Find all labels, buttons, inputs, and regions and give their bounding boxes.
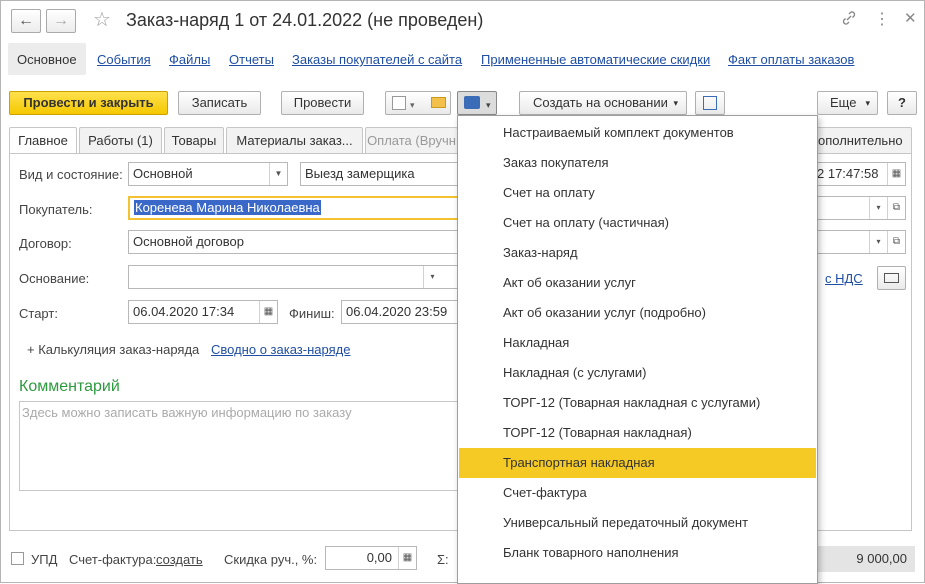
chevron-down-icon: ▼ [269,163,287,185]
comment-textarea[interactable]: Здесь можно записать важную информацию п… [19,401,459,491]
discount-field[interactable]: 0,00 ▦ [325,546,417,570]
chevron-down-icon[interactable]: ▾ [423,266,441,288]
tab-works[interactable]: Работы (1) [79,127,162,153]
total-amount: 9 000,00 [817,546,915,572]
panel-tab-main[interactable]: Основное [17,52,77,67]
menu-item-waybill-services[interactable]: Накладная (с услугами) [459,358,816,388]
print-button[interactable]: ▾ [457,91,497,115]
save-button[interactable]: Записать [178,91,261,115]
arrow-right-icon: → [53,12,69,29]
basis-field[interactable]: ▾ [128,265,460,289]
menu-item-service-act[interactable]: Акт об оказании услуг [459,268,816,298]
attach-mail-group: ▾ [385,91,451,115]
panel-tab-site-orders[interactable]: Заказы покупателей с сайта [292,52,462,67]
window-title: Заказ-наряд 1 от 24.01.2022 (не проведен… [126,10,484,30]
panel-tab-reports[interactable]: Отчеты [229,52,274,67]
post-button[interactable]: Провести [281,91,364,115]
upd-label: УПД [31,552,58,567]
buyer-field[interactable]: Коренева Марина Николаевна [128,196,460,220]
forward-button[interactable]: → [46,9,76,33]
menu-item-invoice-partial[interactable]: Счет на оплату (частичная) [459,208,816,238]
help-button[interactable]: ? [887,91,917,115]
menu-item-upd[interactable]: Универсальный передаточный документ [459,508,816,538]
calculator-icon[interactable]: ▦ [398,547,416,569]
start-date-field[interactable]: 06.04.2020 17:34 ▦ [128,300,278,324]
upd-checkbox[interactable] [11,552,24,565]
panel-tab-payment-fact[interactable]: Факт оплаты заказов [728,52,854,67]
kind-state-label: Вид и состояние: [19,167,123,182]
close-icon[interactable]: ✕ [904,9,917,27]
tab-main[interactable]: Главное [9,127,77,154]
contract-field[interactable]: Основной договор [128,230,460,254]
print-menu: Настраиваемый комплект документов Заказ … [457,115,818,584]
contract-field-tail[interactable]: ▾ ⧉ [813,230,906,254]
card-button[interactable] [877,266,906,290]
menu-item-custom-kit[interactable]: Настраиваемый комплект документов [459,118,816,148]
document-clock-icon[interactable] [392,96,406,110]
mail-icon[interactable] [431,97,446,108]
menu-item-torg12[interactable]: ТОРГ-12 (Товарная накладная) [459,418,816,448]
chevron-down-icon: ▾ [865,98,870,108]
chevron-down-icon: ▾ [486,100,491,110]
card-icon [884,273,899,283]
menu-item-tax-invoice[interactable]: Счет-фактура [459,478,816,508]
kind-select[interactable]: Основной ▼ [128,162,288,186]
date-field[interactable]: 2 17:47:58 ▦ [813,162,906,186]
menu-item-work-order[interactable]: Заказ-наряд [459,238,816,268]
invoice-label: Счет-фактура: [69,552,157,567]
buyer-label: Покупатель: [19,202,93,217]
panel-tab-events[interactable]: События [97,52,151,67]
state-select[interactable]: Выезд замерщика [300,162,460,186]
chevron-down-icon: ▾ [673,98,678,108]
panel-tab-files[interactable]: Файлы [169,52,210,67]
more-vertical-icon[interactable]: ⋮ [874,9,890,29]
chevron-down-icon[interactable]: ▾ [869,197,887,219]
menu-item-buyer-order[interactable]: Заказ покупателя [459,148,816,178]
link-icon[interactable] [841,10,857,29]
menu-item-goods-blank[interactable]: Бланк товарного наполнения [459,538,816,568]
basis-label: Основание: [19,271,90,286]
back-button[interactable]: ← [11,9,41,33]
chevron-down-icon: ▾ [410,100,415,110]
buyer-field-tail[interactable]: ▾ ⧉ [813,196,906,220]
finish-date-field[interactable]: 06.04.2020 23:59 [341,300,460,324]
comment-title: Комментарий [19,378,120,395]
printer-icon [464,96,480,109]
structure-icon [703,96,717,110]
menu-item-transport-waybill[interactable]: Транспортная накладная [459,448,816,478]
create-invoice-link[interactable]: создать [156,552,203,567]
chevron-down-icon[interactable]: ▾ [869,231,887,253]
vat-link[interactable]: с НДС [825,271,863,286]
open-icon[interactable]: ⧉ [887,231,905,253]
finish-label: Финиш: [289,306,335,321]
calendar-icon[interactable]: ▦ [259,301,277,323]
tab-payment[interactable]: Оплата (Вручн [365,127,458,153]
contract-label: Договор: [19,236,72,251]
more-button[interactable]: Еще ▾ [817,91,878,115]
start-label: Старт: [19,306,58,321]
menu-item-service-act-detailed[interactable]: Акт об оказании услуг (подробно) [459,298,816,328]
panel-tab-auto-discounts[interactable]: Примененные автоматические скидки [481,52,710,67]
open-icon[interactable]: ⧉ [887,197,905,219]
tab-additional[interactable]: ополнительно [815,127,912,153]
structure-button[interactable] [695,91,725,115]
post-and-close-button[interactable]: Провести и закрыть [9,91,168,115]
discount-label: Скидка руч., %: [224,552,318,567]
favorite-star-icon[interactable]: ☆ [93,7,111,32]
menu-item-invoice[interactable]: Счет на оплату [459,178,816,208]
tab-goods[interactable]: Товары [164,127,224,153]
menu-item-waybill[interactable]: Накладная [459,328,816,358]
calc-toggle[interactable]: + Калькуляция заказ-наряда [27,342,199,357]
document-window: ← → ☆ Заказ-наряд 1 от 24.01.2022 (не пр… [0,0,925,584]
menu-item-torg12-services[interactable]: ТОРГ-12 (Товарная накладная с услугами) [459,388,816,418]
arrow-left-icon: ← [18,12,34,29]
create-based-on-button[interactable]: Создать на основании ▾ [519,91,687,115]
tab-materials[interactable]: Материалы заказ... [226,127,363,153]
summary-link[interactable]: Сводно о заказ-наряде [211,342,350,357]
calendar-icon[interactable]: ▦ [887,163,905,185]
sigma-label: Σ: [437,552,449,567]
